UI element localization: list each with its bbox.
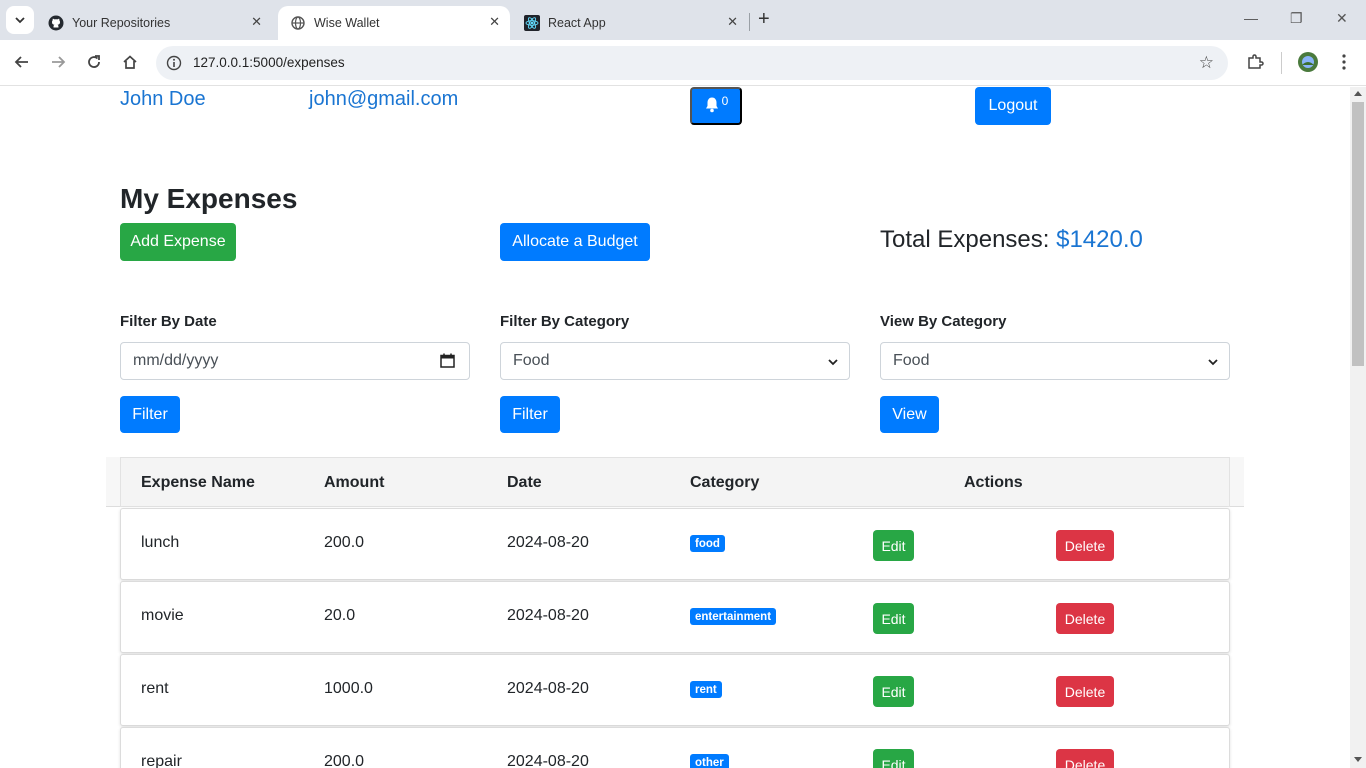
minimize-icon[interactable]: — (1244, 10, 1258, 26)
expense-date: 2024-08-20 (507, 680, 589, 697)
close-icon[interactable]: ✕ (727, 14, 738, 30)
table-row: rent 1000.0 2024-08-20 rent Edit Delete (120, 654, 1230, 726)
table-row: movie 20.0 2024-08-20 entertainment Edit… (120, 581, 1230, 653)
close-window-icon[interactable]: ✕ (1336, 10, 1348, 27)
expense-name: rent (141, 680, 169, 697)
date-placeholder: mm/dd/yyyy (133, 352, 219, 369)
toolbar-divider (1281, 52, 1282, 74)
category-badge: food (690, 535, 725, 552)
delete-button[interactable]: Delete (1056, 749, 1114, 768)
delete-button[interactable]: Delete (1056, 676, 1114, 707)
notification-count: 0 (721, 94, 729, 108)
chevron-down-icon (15, 17, 25, 24)
filter-category-select[interactable]: Food (500, 342, 850, 380)
column-header-category: Category (690, 474, 760, 491)
tab-search-button[interactable] (6, 6, 34, 34)
column-header-actions: Actions (964, 474, 1023, 491)
scrollbar-thumb[interactable] (1352, 102, 1364, 366)
address-bar[interactable]: 127.0.0.1:5000/expenses ☆ (156, 46, 1228, 80)
category-badge: rent (690, 681, 722, 698)
tab-separator (749, 13, 750, 31)
reload-icon[interactable] (84, 52, 104, 72)
close-icon[interactable]: ✕ (489, 14, 500, 30)
profile-avatar-icon[interactable] (1297, 51, 1319, 73)
edit-button[interactable]: Edit (873, 749, 914, 768)
tab-react-app[interactable]: React App ✕ (512, 6, 748, 40)
chevron-down-icon (1207, 355, 1219, 373)
url-text: 127.0.0.1:5000/expenses (193, 55, 345, 70)
edit-button[interactable]: Edit (873, 530, 914, 561)
tab-title: Your Repositories (72, 16, 171, 30)
page-scrollbar[interactable] (1350, 87, 1366, 768)
notifications-button[interactable]: 0 (690, 87, 742, 125)
page-content: John Doe john@gmail.com 0 Logout My Expe… (0, 87, 1350, 768)
calendar-icon[interactable] (440, 353, 455, 373)
user-email-link[interactable]: john@gmail.com (309, 88, 458, 111)
scroll-down-arrow-icon[interactable] (1354, 757, 1362, 762)
close-icon[interactable]: ✕ (251, 14, 262, 30)
expense-date: 2024-08-20 (507, 753, 589, 768)
expense-name: movie (141, 607, 184, 624)
column-header-date: Date (507, 474, 542, 491)
expense-amount: 20.0 (324, 607, 356, 624)
filter-category-value: Food (513, 352, 550, 369)
expense-amount: 200.0 (324, 753, 365, 768)
tab-your-repositories[interactable]: Your Repositories ✕ (36, 6, 272, 40)
browser-tab-bar: Your Repositories ✕ Wise Wallet ✕ React … (0, 0, 1366, 40)
site-info-icon[interactable] (166, 55, 182, 76)
chevron-down-icon (827, 355, 839, 373)
new-tab-button[interactable]: + (758, 8, 770, 30)
react-icon (524, 15, 540, 31)
globe-icon (290, 15, 306, 31)
forward-icon[interactable] (48, 52, 68, 72)
page-title: My Expenses (120, 183, 298, 214)
category-badge: entertainment (690, 608, 777, 625)
filter-date-button[interactable]: Filter (120, 396, 180, 433)
date-input[interactable]: mm/dd/yyyy (120, 342, 470, 380)
delete-button[interactable]: Delete (1056, 530, 1114, 561)
filter-category-button[interactable]: Filter (500, 396, 560, 433)
expense-amount: 200.0 (324, 534, 365, 551)
category-badge: other (690, 754, 729, 768)
column-header-amount: Amount (324, 474, 385, 491)
extensions-icon[interactable] (1244, 51, 1266, 73)
total-expenses-label: Total Expenses: (880, 226, 1050, 253)
filter-date-label: Filter By Date (120, 313, 217, 330)
column-header-name: Expense Name (141, 474, 255, 491)
view-category-value: Food (893, 352, 930, 369)
total-expenses: Total Expenses: $1420.0 (880, 226, 1143, 254)
menu-kebab-icon[interactable] (1333, 51, 1355, 73)
back-icon[interactable] (12, 52, 32, 72)
edit-button[interactable]: Edit (873, 676, 914, 707)
table-row: repair 200.0 2024-08-20 other Edit Delet… (120, 727, 1230, 768)
tab-title: React App (548, 16, 606, 30)
expense-date: 2024-08-20 (507, 607, 589, 624)
scroll-up-arrow-icon[interactable] (1354, 91, 1362, 96)
expense-amount: 1000.0 (324, 680, 373, 697)
table-row: lunch 200.0 2024-08-20 food Edit Delete (120, 508, 1230, 580)
delete-button[interactable]: Delete (1056, 603, 1114, 634)
edit-button[interactable]: Edit (873, 603, 914, 634)
allocate-budget-button[interactable]: Allocate a Budget (500, 223, 650, 261)
expense-date: 2024-08-20 (507, 534, 589, 551)
view-category-select[interactable]: Food (880, 342, 1230, 380)
expense-name: repair (141, 753, 182, 768)
add-expense-button[interactable]: Add Expense (120, 223, 236, 261)
table-header: Expense Name Amount Date Category Action… (120, 457, 1230, 507)
logout-button[interactable]: Logout (975, 87, 1051, 125)
user-name-link[interactable]: John Doe (120, 88, 206, 111)
browser-toolbar: 127.0.0.1:5000/expenses ☆ (0, 40, 1366, 86)
bell-icon (704, 96, 720, 116)
home-icon[interactable] (120, 52, 140, 72)
tab-title: Wise Wallet (314, 16, 380, 30)
total-expenses-value: $1420.0 (1056, 226, 1143, 253)
bookmark-star-icon[interactable]: ☆ (1199, 53, 1214, 73)
expense-name: lunch (141, 534, 180, 551)
tab-wise-wallet[interactable]: Wise Wallet ✕ (278, 6, 510, 40)
view-category-button[interactable]: View (880, 396, 939, 433)
filter-category-label: Filter By Category (500, 313, 630, 330)
restore-icon[interactable]: ❐ (1290, 10, 1303, 27)
view-category-label: View By Category (880, 313, 1007, 330)
github-icon (48, 15, 64, 31)
